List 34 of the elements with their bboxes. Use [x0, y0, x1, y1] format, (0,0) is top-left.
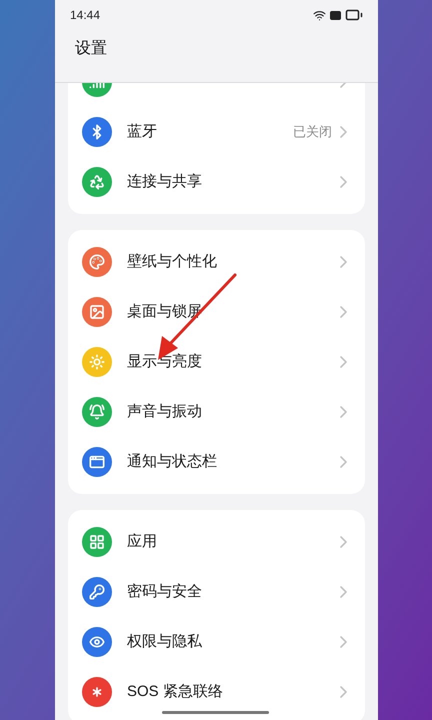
chevron-icon: [340, 356, 347, 368]
wifi-icon: [313, 8, 326, 22]
row-label: 连接与共享: [127, 172, 202, 192]
settings-row[interactable]: 连接与共享: [68, 157, 365, 207]
chevron-icon: [340, 176, 347, 188]
row-label: 应用: [127, 532, 157, 552]
settings-row[interactable]: 壁纸与个性化: [68, 237, 365, 287]
chevron-icon: [340, 406, 347, 418]
settings-row[interactable]: SOS 紧急联络: [68, 667, 365, 717]
row-label: 蓝牙: [127, 122, 157, 142]
row-label: 密码与安全: [127, 582, 202, 602]
status-time: 14:44: [70, 7, 100, 24]
page-title: 设置: [75, 39, 107, 59]
row-label: SOS 紧急联络: [127, 682, 223, 702]
row-value: 已关闭: [293, 123, 332, 142]
settings-row[interactable]: 蓝牙 已关闭: [68, 107, 365, 157]
sim-icon: [330, 10, 341, 20]
settings-row[interactable]: 应用: [68, 517, 365, 567]
row-label: 通知与状态栏: [127, 452, 217, 472]
row-label: 声音与振动: [127, 402, 202, 422]
row-label: 权限与隐私: [127, 632, 202, 652]
row-label: 壁纸与个性化: [127, 252, 217, 272]
chevron-icon: [340, 536, 347, 548]
chevron-icon: [340, 306, 347, 318]
chevron-icon: [340, 456, 347, 468]
chevron-icon: [340, 256, 347, 268]
chevron-icon: [340, 586, 347, 598]
chevron-icon: [340, 686, 347, 698]
chevron-icon: [340, 126, 347, 138]
settings-row[interactable]: 通知与状态栏: [68, 437, 365, 487]
settings-row[interactable]: 权限与隐私: [68, 617, 365, 667]
settings-row[interactable]: 声音与振动: [68, 387, 365, 437]
chevron-icon: [340, 636, 347, 648]
settings-row[interactable]: 密码与安全: [68, 567, 365, 617]
